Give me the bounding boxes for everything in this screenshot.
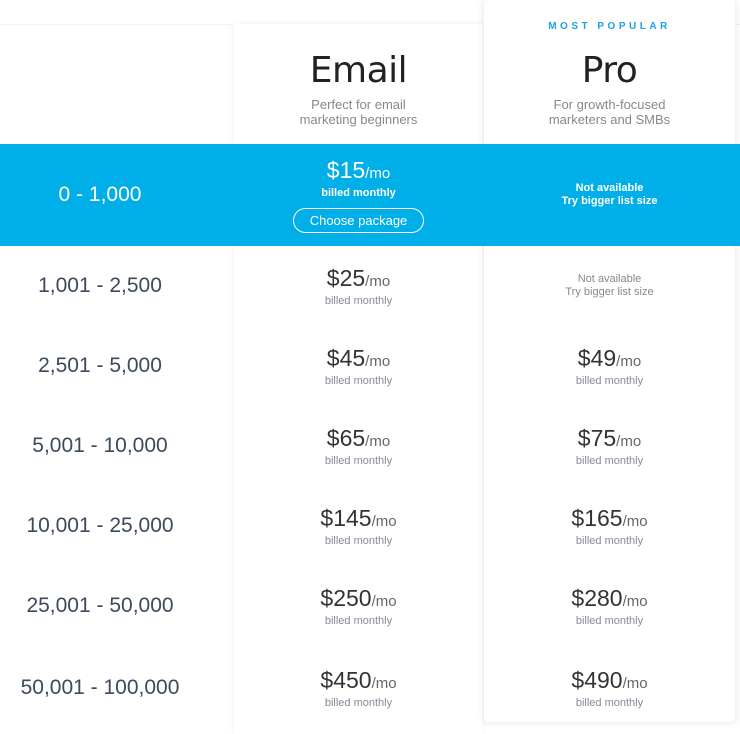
- try-bigger-text: Try bigger list size: [561, 195, 658, 207]
- price-unit: /mo: [371, 592, 397, 610]
- pricing-row[interactable]: 2,501 - 5,000 $45/mo billed monthly $49/m…: [0, 326, 740, 406]
- price-amount: $45: [326, 344, 366, 371]
- pro-price-cell: $490/mo billed monthly: [484, 648, 735, 728]
- list-size-range: 5,001 - 10,000: [32, 434, 168, 457]
- pro-price-cell: Not available Try bigger list size: [484, 144, 735, 246]
- price-amount: $65: [326, 424, 366, 451]
- pricing-row[interactable]: 10,001 - 25,000 $145/mo billed monthly $1…: [0, 486, 740, 566]
- selected-row[interactable]: 0 - 1,000 $15/mo billed monthly Choose p…: [0, 144, 740, 246]
- price-unit: /mo: [622, 592, 648, 610]
- pro-price-cell: Not available Try bigger list size: [484, 246, 735, 326]
- pro-price-cell: $280/mo billed monthly: [484, 566, 735, 646]
- price: $250/mo: [320, 585, 396, 615]
- list-size-range: 25,001 - 50,000: [26, 594, 174, 617]
- pro-price-cell: $165/mo billed monthly: [484, 486, 735, 566]
- email-plan-header: Email Perfect for email marketing beginne…: [234, 50, 483, 127]
- email-price-cell: $15/mo billed monthly Choose package: [234, 144, 483, 246]
- pricing-row[interactable]: 1,001 - 2,500 $25/mo billed monthly Not a…: [0, 246, 740, 326]
- email-price-cell: $145/mo billed monthly: [234, 486, 483, 566]
- billing-note: billed monthly: [324, 294, 393, 307]
- list-size-range: 50,001 - 100,000: [20, 676, 180, 699]
- price: $490/mo: [571, 667, 647, 697]
- plan-title: Email: [309, 50, 408, 91]
- billing-note: billed monthly: [324, 614, 393, 627]
- billing-note: billed monthly: [575, 696, 644, 709]
- not-available-text: Not available: [575, 182, 644, 194]
- email-price-cell: $250/mo billed monthly: [234, 566, 483, 646]
- billing-note: billed monthly: [575, 534, 644, 547]
- billing-note: billed monthly: [575, 454, 644, 467]
- list-size-range: 1,001 - 2,500: [38, 274, 162, 297]
- most-popular-badge: MOST POPULAR: [548, 21, 671, 32]
- price-unit: /mo: [371, 512, 397, 530]
- price-amount: $75: [577, 424, 617, 451]
- pro-price-cell: $49/mo billed monthly: [484, 326, 735, 406]
- desc-line: marketing beginners: [299, 112, 418, 127]
- price-amount: $15: [326, 157, 366, 183]
- billing-note: billed monthly: [324, 696, 393, 709]
- price-unit: /mo: [622, 512, 648, 530]
- billing-note: billed monthly: [324, 534, 393, 547]
- price: $49/mo: [578, 345, 641, 375]
- list-size-range: 10,001 - 25,000: [26, 514, 174, 537]
- email-price-cell: $450/mo billed monthly: [234, 648, 483, 728]
- pricing-row[interactable]: 25,001 - 50,000 $250/mo billed monthly $2…: [0, 566, 740, 646]
- price: $145/mo: [320, 505, 396, 535]
- billing-note: billed monthly: [575, 614, 644, 627]
- plan-description: Perfect for email marketing beginners: [234, 97, 483, 127]
- not-available-text: Not available: [577, 273, 642, 285]
- price-unit: /mo: [616, 352, 642, 370]
- choose-package-button[interactable]: Choose package: [292, 208, 425, 233]
- plan-title: Pro: [581, 50, 638, 91]
- list-size-range: 2,501 - 5,000: [38, 354, 162, 377]
- price-amount: $280: [571, 584, 623, 611]
- price-amount: $165: [571, 504, 623, 531]
- desc-line: marketers and SMBs: [548, 112, 671, 127]
- price: $450/mo: [320, 667, 396, 697]
- pro-plan-header: Pro For growth-focused marketers and SMBs: [484, 50, 735, 127]
- list-size-range: 0 - 1,000: [58, 183, 142, 206]
- pricing-row[interactable]: 5,001 - 10,000 $65/mo billed monthly $75/…: [0, 406, 740, 486]
- price-unit: /mo: [365, 165, 391, 182]
- price-amount: $49: [577, 344, 617, 371]
- price-amount: $25: [326, 264, 366, 291]
- price-unit: /mo: [622, 674, 648, 692]
- desc-line: Perfect for email: [311, 97, 406, 112]
- price-unit: /mo: [365, 352, 391, 370]
- pricing-row[interactable]: 50,001 - 100,000 $450/mo billed monthly $…: [0, 648, 740, 728]
- price: $15/mo: [327, 157, 390, 187]
- price-unit: /mo: [616, 432, 642, 450]
- price: $165/mo: [571, 505, 647, 535]
- billing-note: billed monthly: [575, 374, 644, 387]
- email-price-cell: $25/mo billed monthly: [234, 246, 483, 326]
- price: $75/mo: [578, 425, 641, 455]
- price: $25/mo: [327, 265, 390, 295]
- price-amount: $450: [320, 666, 372, 693]
- price-amount: $145: [320, 504, 372, 531]
- price-amount: $490: [571, 666, 623, 693]
- billing-note: billed monthly: [321, 187, 396, 199]
- price-amount: $250: [320, 584, 372, 611]
- email-price-cell: $65/mo billed monthly: [234, 406, 483, 486]
- pro-price-cell: $75/mo billed monthly: [484, 406, 735, 486]
- price: $280/mo: [571, 585, 647, 615]
- billing-note: billed monthly: [324, 374, 393, 387]
- plan-description: For growth-focused marketers and SMBs: [484, 97, 735, 127]
- price: $45/mo: [327, 345, 390, 375]
- price: $65/mo: [327, 425, 390, 455]
- price-unit: /mo: [365, 272, 391, 290]
- try-bigger-text: Try bigger list size: [565, 286, 654, 298]
- price-unit: /mo: [365, 432, 391, 450]
- price-unit: /mo: [371, 674, 397, 692]
- desc-line: For growth-focused: [553, 97, 666, 112]
- email-price-cell: $45/mo billed monthly: [234, 326, 483, 406]
- billing-note: billed monthly: [324, 454, 393, 467]
